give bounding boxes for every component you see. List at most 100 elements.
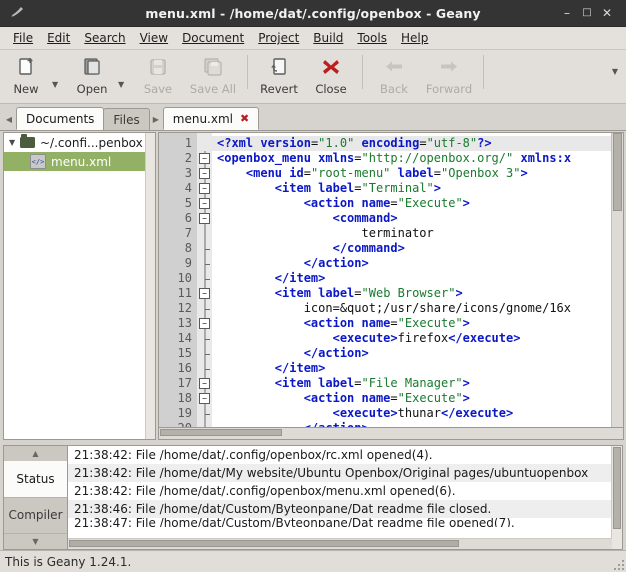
fold-marker[interactable]: − xyxy=(197,196,212,211)
menu-edit[interactable]: Edit xyxy=(40,29,77,47)
minimize-button[interactable]: – xyxy=(557,3,577,23)
toolbar-save-button[interactable]: Save xyxy=(132,53,184,96)
message-tab-compiler[interactable]: Compiler xyxy=(4,497,67,534)
message-row[interactable]: 21:38:46: File /home/dat/Custom/Byteonpa… xyxy=(68,500,622,518)
message-row[interactable]: 21:38:42: File /home/dat/My website/Ubun… xyxy=(68,464,622,482)
document-tab-close-icon[interactable]: ✖ xyxy=(240,112,249,125)
menu-document[interactable]: Document xyxy=(175,29,251,47)
tree-item-folder[interactable]: ▼ ~/.confi...penbox xyxy=(4,133,155,152)
fold-marker[interactable]: − xyxy=(197,376,212,391)
editor-vertical-scrollbar[interactable] xyxy=(611,133,623,427)
code-token: "Web Browser" xyxy=(361,286,456,300)
menu-view[interactable]: View xyxy=(133,29,175,47)
sidebar-tab-files[interactable]: Files xyxy=(103,108,150,130)
tree-item-menu-xml[interactable]: </> menu.xml xyxy=(4,152,155,171)
message-vertical-scrollbar-thumb[interactable] xyxy=(613,447,621,529)
fold-collapse-icon[interactable]: − xyxy=(199,393,210,404)
fold-marker xyxy=(197,406,212,421)
close-button[interactable]: ✕ xyxy=(597,3,617,23)
fold-marker[interactable]: − xyxy=(197,286,212,301)
fold-collapse-icon[interactable]: − xyxy=(199,318,210,329)
fold-collapse-icon[interactable]: − xyxy=(199,198,210,209)
message-tab-scroll-up-icon[interactable]: ▲ xyxy=(4,446,67,461)
toolbar-forward-button[interactable]: Forward xyxy=(420,53,478,96)
code-text[interactable]: <?xml version="1.0" encoding="utf-8"?> <o… xyxy=(212,133,623,427)
code-token: = xyxy=(433,166,442,180)
code-file-icon: </> xyxy=(30,154,46,169)
menu-help[interactable]: Help xyxy=(394,29,435,47)
code-token: name xyxy=(361,316,391,330)
code-token: <action xyxy=(217,391,362,405)
line-number: 10 xyxy=(177,271,192,285)
message-horizontal-scrollbar-thumb[interactable] xyxy=(69,540,459,547)
code-editor[interactable]: 1 2 3 4 5 6 7 8 9 10 11 12 13 14 15 16 17 18 19 20 − − − − − − − −… xyxy=(158,132,624,428)
message-row[interactable]: 21:38:47: File /home/dat/Custom/Byteonpa… xyxy=(68,518,622,527)
toolbar-revert-button[interactable]: Revert xyxy=(253,53,305,96)
line-number: 4 xyxy=(184,181,192,195)
code-token: </command> xyxy=(217,241,405,255)
editor-horizontal-scrollbar[interactable] xyxy=(158,428,624,440)
window-title: menu.xml - /home/dat/.config/openbox - G… xyxy=(145,5,481,21)
toolbar-close-button[interactable]: Close xyxy=(305,53,357,96)
fold-tick-icon xyxy=(204,353,210,355)
code-line: <item label="File Manager"> xyxy=(212,376,623,391)
code-line: terminator xyxy=(212,226,623,241)
code-token: = xyxy=(354,286,362,300)
code-token: <openbox_menu xyxy=(217,151,319,165)
message-row[interactable]: 21:38:42: File /home/dat/.config/openbox… xyxy=(68,482,622,500)
toolbar-back-button[interactable]: Back xyxy=(368,53,420,96)
fold-margin[interactable]: − − − − − − − − − xyxy=(197,133,212,427)
expander-down-icon[interactable]: ▼ xyxy=(9,138,20,147)
message-vertical-scrollbar[interactable] xyxy=(611,446,622,549)
message-tab-scroll-down-icon[interactable]: ▼ xyxy=(4,534,67,549)
toolbar-new-button[interactable]: New xyxy=(0,53,52,96)
fold-collapse-icon[interactable]: − xyxy=(199,183,210,194)
editor-pane: 1 2 3 4 5 6 7 8 9 10 11 12 13 14 15 16 17 18 19 20 − − − − − − − −… xyxy=(158,131,626,442)
menu-file[interactable]: File xyxy=(6,29,40,47)
fold-marker[interactable]: − xyxy=(197,211,212,226)
message-tab-status-label: Status xyxy=(16,471,55,486)
fold-collapse-icon[interactable]: − xyxy=(199,213,210,224)
resize-grip-icon[interactable] xyxy=(612,558,624,570)
fold-marker[interactable]: − xyxy=(197,316,212,331)
toolbar-open-button[interactable]: Open xyxy=(66,53,118,96)
document-tab-menu-xml[interactable]: menu.xml ✖ xyxy=(162,107,260,130)
code-token: "root-menu" xyxy=(310,166,391,180)
toolbar-save-all-button[interactable]: Save All xyxy=(184,53,242,96)
menu-file-label: File xyxy=(13,31,34,45)
fold-marker[interactable]: − xyxy=(197,166,212,181)
editor-horizontal-scrollbar-thumb[interactable] xyxy=(160,429,282,436)
message-horizontal-scrollbar[interactable] xyxy=(68,538,612,549)
sidebar-tab-scroll-left-icon[interactable]: ◀ xyxy=(2,115,16,130)
toolbar-overflow-icon[interactable]: ▼ xyxy=(612,67,618,76)
fold-marker xyxy=(197,226,212,241)
menu-tools[interactable]: Tools xyxy=(350,29,394,47)
toolbar-new-dropdown-icon[interactable]: ▼ xyxy=(52,80,66,89)
status-message-list[interactable]: 21:38:42: File /home/dat/.config/openbox… xyxy=(67,445,623,550)
sidebar-tab-documents[interactable]: Documents xyxy=(16,107,105,130)
maximize-button[interactable]: □ xyxy=(577,3,597,23)
code-token: name xyxy=(361,391,391,405)
message-row[interactable]: 21:38:42: File /home/dat/.config/openbox… xyxy=(68,446,622,464)
fold-collapse-icon[interactable]: − xyxy=(199,288,210,299)
fold-marker[interactable]: − xyxy=(197,391,212,406)
message-panel: ▲ Status Compiler ▼ 21:38:42: File /home… xyxy=(0,442,626,550)
editor-vertical-scrollbar-thumb[interactable] xyxy=(613,133,622,211)
menu-project[interactable]: Project xyxy=(251,29,306,47)
documents-tree[interactable]: ▼ ~/.confi...penbox </> menu.xml xyxy=(3,132,156,440)
message-tab-status[interactable]: Status xyxy=(4,461,67,498)
sidebar-scrollbar[interactable] xyxy=(145,133,155,439)
fold-collapse-icon[interactable]: − xyxy=(199,168,210,179)
fold-marker[interactable]: − xyxy=(197,181,212,196)
code-token: thunar xyxy=(397,406,441,420)
toolbar-new-label: New xyxy=(13,82,39,96)
menu-search[interactable]: Search xyxy=(77,29,132,47)
fold-collapse-icon[interactable]: − xyxy=(199,378,210,389)
sidebar-tab-files-label: Files xyxy=(113,112,140,127)
new-file-icon xyxy=(15,55,37,79)
fold-collapse-icon[interactable]: − xyxy=(199,153,210,164)
menu-build[interactable]: Build xyxy=(306,29,350,47)
toolbar-open-dropdown-icon[interactable]: ▼ xyxy=(118,80,132,89)
fold-marker[interactable]: − xyxy=(197,151,212,166)
sidebar-tab-scroll-right-icon[interactable]: ▶ xyxy=(149,115,163,130)
